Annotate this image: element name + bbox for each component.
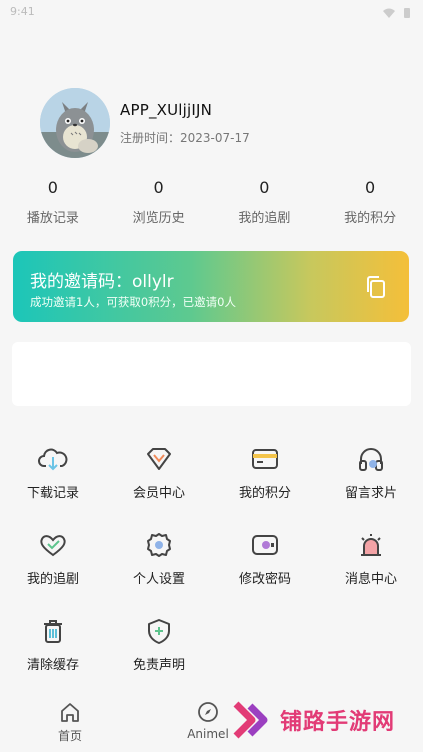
profile-header[interactable]: APP_XUljjIJN 注册时间：2023-07-17 — [40, 88, 250, 158]
copy-icon[interactable] — [365, 275, 387, 299]
tab-anime[interactable]: Animel — [178, 701, 238, 741]
menu-item-points[interactable]: 我的积分 — [212, 446, 318, 501]
banner-placeholder — [12, 342, 411, 406]
headphones-icon — [359, 448, 383, 471]
watermark-text: 铺路手游网 — [280, 710, 396, 735]
status-icons — [383, 4, 413, 18]
stats-row: 0 播放记录 0 浏览历史 0 我的追剧 0 我的积分 — [0, 178, 423, 226]
tab-home[interactable]: 首页 — [50, 701, 90, 744]
tab-label: 首页 — [57, 729, 82, 743]
battery-icon — [401, 4, 413, 18]
menu-label: 清除缓存 — [26, 658, 79, 673]
menu-item-clear-cache[interactable]: 清除缓存 — [0, 618, 106, 673]
stat-value: 0 — [365, 178, 376, 197]
menu-item-vip[interactable]: 会员中心 — [106, 446, 212, 501]
invite-code: 我的邀请码：ollylr — [30, 272, 174, 292]
heart-icon — [40, 535, 66, 557]
menu-label: 留言求片 — [344, 486, 397, 501]
menu-item-change-password[interactable]: 修改密码 — [212, 532, 318, 587]
stat-points[interactable]: 0 我的积分 — [317, 178, 423, 226]
avatar[interactable] — [40, 88, 110, 158]
home-icon — [61, 703, 79, 722]
cloud-download-icon — [38, 448, 68, 471]
trash-icon — [44, 620, 62, 643]
status-bar: 9:41 — [0, 0, 423, 28]
stat-value: 0 — [259, 178, 270, 197]
wallet-card-icon — [252, 449, 278, 469]
registration-date: 2023-07-17 — [180, 130, 250, 145]
menu-label: 免责声明 — [132, 658, 185, 673]
menu-item-downloads[interactable]: 下载记录 — [0, 446, 106, 501]
stat-label: 我的追剧 — [238, 211, 291, 226]
menu-label: 消息中心 — [344, 572, 397, 587]
watermark-logo-icon — [233, 701, 268, 739]
menu-label: 我的积分 — [238, 486, 291, 501]
tab-label: Animel — [187, 727, 229, 741]
username: APP_XUljjIJN — [120, 100, 213, 119]
menu-item-request[interactable]: 留言求片 — [318, 446, 423, 501]
registration-label: 注册时间： — [120, 130, 181, 145]
menu-item-settings[interactable]: 个人设置 — [106, 532, 212, 587]
stat-label: 播放记录 — [26, 211, 79, 226]
alarm-bell-icon — [361, 534, 381, 556]
password-lock-icon — [252, 535, 278, 555]
compass-icon — [198, 702, 218, 722]
vip-icon — [147, 448, 171, 470]
menu-label: 修改密码 — [238, 572, 291, 587]
stat-value: 0 — [47, 178, 58, 197]
stat-play-history[interactable]: 0 播放记录 — [0, 178, 106, 226]
invite-summary: 成功邀请1人，可获取0积分，已邀请0人 — [30, 295, 236, 309]
gear-icon — [147, 533, 171, 557]
stat-label: 我的积分 — [344, 211, 397, 226]
stat-value: 0 — [153, 178, 164, 197]
stat-label: 浏览历史 — [132, 211, 185, 226]
menu-label: 会员中心 — [132, 486, 185, 501]
registration-info: 注册时间：2023-07-17 — [120, 129, 250, 146]
stat-following[interactable]: 0 我的追剧 — [212, 178, 318, 226]
menu-item-following[interactable]: 我的追剧 — [0, 532, 106, 587]
shield-icon — [148, 619, 170, 644]
status-time: 9:41 — [10, 5, 35, 18]
menu-item-disclaimer[interactable]: 免责声明 — [106, 618, 212, 673]
menu-label: 下载记录 — [26, 486, 79, 501]
wifi-icon — [383, 4, 395, 18]
stat-browse-history[interactable]: 0 浏览历史 — [106, 178, 212, 226]
menu-label: 我的追剧 — [26, 572, 79, 587]
menu-item-messages[interactable]: 消息中心 — [318, 532, 423, 587]
watermark: 铺路手游网 — [232, 700, 395, 740]
menu-label: 个人设置 — [132, 572, 185, 587]
invite-card: 我的邀请码：ollylr 成功邀请1人，可获取0积分，已邀请0人 — [13, 251, 409, 322]
